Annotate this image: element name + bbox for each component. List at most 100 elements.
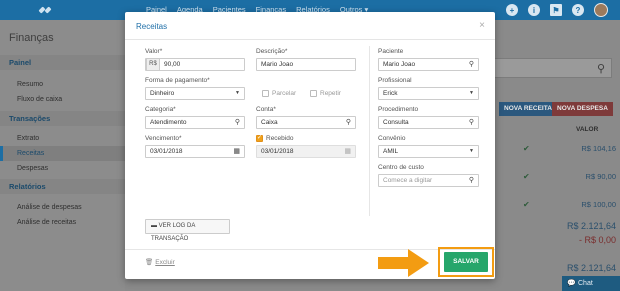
sidebar: Finanças Painel Resumo Fluxo de caixa Tr… bbox=[0, 20, 125, 291]
conta-input[interactable]: Caixa ⚲ bbox=[256, 116, 356, 129]
repetir-checkbox[interactable] bbox=[310, 90, 317, 97]
currency-prefix: R$ bbox=[146, 58, 160, 71]
forma-pagamento-value: Dinheiro bbox=[150, 90, 175, 97]
column-header-valor: VALOR bbox=[576, 126, 599, 133]
recebido-date-input[interactable]: 03/01/2018 ▦ bbox=[256, 145, 356, 158]
check-icon: ✔ bbox=[523, 144, 530, 153]
row-value: R$ 90,00 bbox=[585, 172, 616, 181]
descricao-value: Mario Joao bbox=[261, 61, 294, 68]
categoria-input[interactable]: Atendimento ⚲ bbox=[145, 116, 245, 129]
chat-label: Chat bbox=[578, 280, 593, 287]
forma-pagamento-label: Forma de pagamento* bbox=[145, 77, 210, 84]
parcelar-label: Parcelar bbox=[272, 90, 297, 97]
check-icon: ✔ bbox=[523, 200, 530, 209]
chat-button[interactable]: 💬 Chat bbox=[562, 276, 620, 291]
paciente-input[interactable]: Mario Joao ⚲ bbox=[378, 58, 479, 71]
app-logo[interactable] bbox=[38, 3, 52, 17]
categoria-value: Atendimento bbox=[150, 119, 187, 126]
valor-value: 90,00 bbox=[164, 61, 181, 68]
modal-title: Receitas bbox=[136, 22, 168, 31]
forma-pagamento-select[interactable]: Dinheiro ▼ bbox=[145, 87, 245, 100]
valor-label: Valor* bbox=[145, 48, 163, 55]
parcelar-checkbox[interactable] bbox=[262, 90, 269, 97]
recebido-label: Recebido bbox=[266, 135, 294, 142]
caret-down-icon: ▼ bbox=[469, 90, 474, 96]
conta-value: Caixa bbox=[261, 119, 278, 126]
search-icon: ⚲ bbox=[596, 63, 605, 75]
vencimento-input[interactable]: 03/01/2018 ▦ bbox=[145, 145, 245, 158]
info-icon[interactable]: i bbox=[528, 4, 540, 16]
ver-log-button[interactable]: ▬ VER LOG DA TRANSAÇÃO bbox=[145, 219, 230, 242]
paciente-value: Mario Joao bbox=[383, 61, 416, 68]
caret-down-icon: ▼ bbox=[469, 148, 474, 154]
centro-custo-label: Centro de custo bbox=[378, 164, 424, 171]
paciente-label: Paciente bbox=[378, 48, 404, 55]
centro-custo-input[interactable]: Comece a digitar ⚲ bbox=[378, 174, 479, 187]
row-value: R$ 104,16 bbox=[581, 144, 616, 153]
valor-input[interactable]: R$ 90,00 bbox=[145, 58, 245, 71]
total-negative: - R$ 0,00 bbox=[578, 235, 616, 245]
procedimento-value: Consulta bbox=[383, 119, 409, 126]
convenio-select[interactable]: AMIL ▼ bbox=[378, 145, 479, 158]
search-icon: ⚲ bbox=[234, 119, 240, 126]
procedimento-input[interactable]: Consulta ⚲ bbox=[378, 116, 479, 129]
total-value: R$ 2.121,64 bbox=[566, 263, 616, 273]
sidebar-item-despesas[interactable]: Despesas bbox=[0, 161, 125, 176]
procedimento-label: Procedimento bbox=[378, 106, 419, 113]
help-icon[interactable]: ? bbox=[572, 4, 584, 16]
descricao-label: Descrição* bbox=[256, 48, 288, 55]
salvar-button[interactable]: SALVAR bbox=[444, 252, 488, 272]
profissional-value: Erick bbox=[383, 90, 398, 97]
flag-icon[interactable]: ⚑ bbox=[550, 4, 562, 16]
recebido-date-value: 03/01/2018 bbox=[261, 148, 294, 155]
nova-receita-button[interactable]: NOVA RECEITA bbox=[499, 102, 557, 116]
top-icons: + i ⚑ ? bbox=[506, 3, 608, 17]
excluir-label: Excluir bbox=[155, 259, 175, 266]
column-divider bbox=[369, 46, 370, 216]
search-icon: ⚲ bbox=[345, 119, 351, 126]
categoria-label: Categoria* bbox=[145, 106, 176, 113]
centro-custo-placeholder: Comece a digitar bbox=[383, 177, 433, 184]
folder-icon: ▬ bbox=[151, 223, 159, 229]
profissional-select[interactable]: Erick ▼ bbox=[378, 87, 479, 100]
caret-down-icon: ▼ bbox=[235, 90, 240, 96]
vencimento-label: Vencimento* bbox=[145, 135, 182, 142]
chat-icon: 💬 bbox=[567, 280, 576, 287]
plus-icon[interactable]: + bbox=[506, 4, 518, 16]
convenio-value: AMIL bbox=[383, 148, 399, 155]
calendar-icon[interactable]: ▦ bbox=[344, 146, 351, 157]
sidebar-item-analise-despesas[interactable]: Análise de despesas bbox=[0, 200, 125, 215]
sidebar-heading-transacoes[interactable]: Transações bbox=[0, 111, 125, 126]
row-value: R$ 100,00 bbox=[581, 200, 616, 209]
sidebar-item-resumo[interactable]: Resumo bbox=[0, 77, 125, 92]
background-search[interactable]: ⚲ bbox=[490, 58, 612, 78]
search-icon: ⚲ bbox=[468, 177, 474, 184]
descricao-input[interactable]: Mario Joao bbox=[256, 58, 356, 71]
convenio-label: Convênio bbox=[378, 135, 406, 142]
close-icon[interactable]: × bbox=[479, 20, 485, 31]
sidebar-heading-relatorios[interactable]: Relatórios bbox=[0, 179, 125, 194]
sidebar-item-fluxo-de-caixa[interactable]: Fluxo de caixa bbox=[0, 92, 125, 107]
trash-icon: 🗑 bbox=[145, 259, 154, 266]
nova-despesa-button[interactable]: NOVA DESPESA bbox=[552, 102, 613, 116]
sidebar-item-extrato[interactable]: Extrato bbox=[0, 131, 125, 146]
excluir-link[interactable]: 🗑 Excluir bbox=[145, 258, 175, 266]
recebido-checkbox[interactable]: ✓ bbox=[256, 135, 263, 142]
sidebar-item-receitas[interactable]: Receitas bbox=[0, 146, 125, 161]
sidebar-item-analise-receitas[interactable]: Análise de receitas bbox=[0, 215, 125, 230]
arrow-right-icon bbox=[378, 249, 429, 277]
receitas-modal: Receitas × Valor* R$ 90,00 Forma de paga… bbox=[125, 12, 495, 279]
sidebar-title: Finanças bbox=[9, 32, 54, 44]
calendar-icon[interactable]: ▦ bbox=[233, 146, 240, 157]
avatar[interactable] bbox=[594, 3, 608, 17]
vencimento-value: 03/01/2018 bbox=[150, 148, 183, 155]
profissional-label: Profissional bbox=[378, 77, 412, 84]
search-icon: ⚲ bbox=[468, 119, 474, 126]
total-value: R$ 2.121,64 bbox=[566, 221, 616, 231]
repetir-label: Repetir bbox=[320, 90, 341, 97]
modal-header: Receitas × bbox=[125, 12, 495, 40]
conta-label: Conta* bbox=[256, 106, 276, 113]
check-icon: ✔ bbox=[523, 172, 530, 181]
search-icon: ⚲ bbox=[468, 61, 474, 68]
sidebar-heading-painel[interactable]: Painel bbox=[0, 55, 125, 70]
